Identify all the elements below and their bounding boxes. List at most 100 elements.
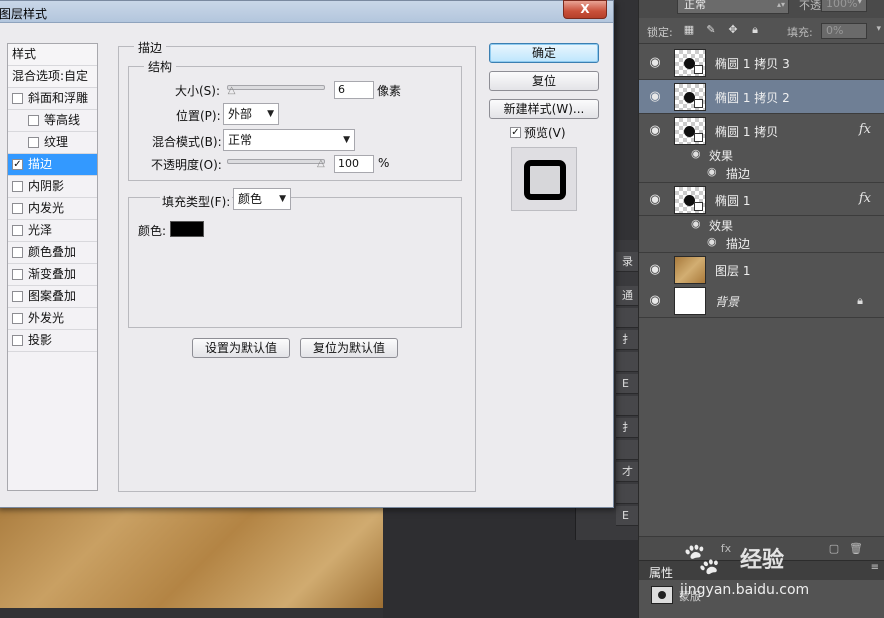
checkbox[interactable] — [12, 291, 23, 302]
checkbox[interactable] — [12, 203, 23, 214]
visibility-eye-icon[interactable]: ◉ — [691, 147, 701, 160]
lock-transparent-pixels-icon[interactable]: ▦ — [683, 24, 695, 36]
style-item-outer-glow[interactable]: 外发光 — [8, 308, 97, 330]
chevron-down-icon[interactable]: ▾ — [857, 0, 862, 9]
opacity-input[interactable]: 100 — [334, 155, 374, 173]
style-item-label: 内阴影 — [28, 179, 65, 193]
layer-row-selected[interactable]: ◉ 椭圆 1 拷贝 2 — [639, 80, 884, 114]
effect-stroke-row[interactable]: ◉ 描边 — [639, 234, 884, 252]
blend-options-item[interactable]: 混合选项:自定 — [8, 66, 97, 88]
layer-thumbnail — [674, 287, 706, 315]
ok-button[interactable]: 确定 — [489, 43, 599, 63]
layer-name: 椭圆 1 拷贝 — [715, 125, 779, 139]
new-style-button[interactable]: 新建样式(W)... — [489, 99, 599, 119]
style-item-label: 内发光 — [28, 201, 65, 215]
fill-group — [128, 197, 462, 328]
styles-header[interactable]: 样式 — [8, 44, 97, 66]
visibility-eye-icon[interactable]: ◉ — [647, 262, 663, 278]
checkbox[interactable] — [12, 181, 23, 192]
close-button[interactable]: X — [563, 0, 607, 19]
opacity-slider-track[interactable] — [227, 159, 325, 164]
checkbox[interactable] — [12, 225, 23, 236]
style-preview-box — [511, 147, 577, 211]
checkbox[interactable] — [28, 137, 39, 148]
opacity-slider-thumb[interactable]: △ — [317, 159, 327, 169]
style-item-contour[interactable]: 等高线 — [8, 110, 97, 132]
fill-type-label: 填充类型(F): — [160, 193, 233, 210]
fill-input[interactable]: 0% — [821, 23, 867, 39]
style-item-satin[interactable]: 光泽 — [8, 220, 97, 242]
visibility-eye-icon[interactable]: ◉ — [647, 192, 663, 208]
fill-type-select[interactable]: 颜色 ▼ — [233, 188, 291, 210]
checkbox-checked[interactable]: ✓ — [12, 159, 23, 170]
panel-menu-icon[interactable]: ≡ — [871, 562, 879, 573]
style-item-label: 图案叠加 — [28, 289, 77, 303]
layer-blend-mode-select[interactable]: 正常 — [677, 0, 789, 14]
set-default-button[interactable]: 设置为默认值 — [192, 338, 290, 358]
visibility-eye-icon[interactable]: ◉ — [647, 55, 663, 71]
visibility-eye-icon[interactable]: ◉ — [647, 293, 663, 309]
trash-icon[interactable]: 🗑︎ — [849, 542, 863, 556]
layer-row[interactable]: ◉ 椭圆 1 fx — [639, 182, 884, 216]
size-slider-thumb[interactable]: △ — [228, 86, 238, 96]
layer-row-background[interactable]: ◉ 背景 🔒︎ — [639, 284, 884, 318]
stroke-color-swatch[interactable] — [170, 221, 204, 237]
size-slider-track[interactable] — [227, 85, 325, 90]
reset-button[interactable]: 复位 — [489, 71, 599, 91]
visibility-eye-icon[interactable]: ◉ — [647, 123, 663, 139]
effects-row[interactable]: ◉ 效果 — [639, 216, 884, 234]
style-item-inner-shadow[interactable]: 内阴影 — [8, 176, 97, 198]
dialog-title-bar[interactable]: 图层样式 X — [0, 0, 613, 23]
lock-image-pixels-icon[interactable]: ✎ — [705, 24, 717, 36]
checkbox[interactable] — [12, 247, 23, 258]
style-item-stroke[interactable]: ✓ 描边 — [8, 154, 97, 176]
checkbox[interactable] — [12, 335, 23, 346]
style-item-gradient-overlay[interactable]: 渐变叠加 — [8, 264, 97, 286]
lock-all-icon[interactable]: 🔒︎ — [749, 24, 761, 36]
reset-default-button[interactable]: 复位为默认值 — [300, 338, 398, 358]
effects-label: 效果 — [709, 149, 734, 163]
dialog-body: 样式 混合选项:自定 斜面和浮雕 等高线 纹理 ✓ 描边 内阴影 内发光 光泽 … — [0, 23, 613, 507]
style-item-label: 纹理 — [44, 135, 69, 149]
checkbox[interactable] — [12, 93, 23, 104]
opacity-unit: % — [378, 156, 390, 170]
layer-row[interactable]: ◉ 椭圆 1 拷贝 3 — [639, 46, 884, 80]
style-list: 样式 混合选项:自定 斜面和浮雕 等高线 纹理 ✓ 描边 内阴影 内发光 光泽 … — [7, 43, 98, 491]
layer-opacity-input[interactable]: 100% ▾ — [821, 0, 867, 12]
preview-checkbox[interactable]: ✓ — [510, 127, 521, 138]
blend-mode-select[interactable]: 正常 ▼ — [223, 129, 355, 151]
visibility-eye-icon[interactable]: ◉ — [707, 165, 717, 178]
checkbox[interactable] — [12, 269, 23, 280]
properties-tab[interactable]: 属性 — [649, 564, 673, 581]
baidu-jingyan-watermark: 🐾︎ 经验 jingyan.baidu.com — [680, 536, 850, 602]
layer-name: 图层 1 — [715, 264, 751, 278]
layer-row[interactable]: ◉ 椭圆 1 拷贝 fx — [639, 114, 884, 148]
position-select[interactable]: 外部 ▼ — [223, 103, 279, 125]
style-item-label: 渐变叠加 — [28, 267, 77, 281]
layer-opacity-value: 100% — [826, 0, 858, 10]
style-item-inner-glow[interactable]: 内发光 — [8, 198, 97, 220]
layer-style-dialog: 图层样式 X 样式 混合选项:自定 斜面和浮雕 等高线 纹理 ✓ 描边 内阴影 … — [0, 0, 614, 508]
visibility-eye-icon[interactable]: ◉ — [647, 89, 663, 105]
style-item-pattern-overlay[interactable]: 图案叠加 — [8, 286, 97, 308]
checkbox[interactable] — [12, 313, 23, 324]
style-item-bevel-emboss[interactable]: 斜面和浮雕 — [8, 88, 97, 110]
style-item-color-overlay[interactable]: 颜色叠加 — [8, 242, 97, 264]
lock-position-icon[interactable]: ✥ — [727, 24, 739, 36]
checkbox[interactable] — [28, 115, 39, 126]
size-input[interactable]: 6 — [334, 81, 374, 99]
effects-row[interactable]: ◉ 效果 — [639, 146, 884, 164]
chevron-down-icon[interactable]: ▾ — [876, 24, 881, 34]
style-item-drop-shadow[interactable]: 投影 — [8, 330, 97, 352]
visibility-eye-icon[interactable]: ◉ — [707, 235, 717, 248]
layer-row[interactable]: ◉ 图层 1 — [639, 252, 884, 286]
style-item-label: 外发光 — [28, 311, 65, 325]
effect-stroke-row[interactable]: ◉ 描边 — [639, 164, 884, 182]
fx-icon[interactable]: fx — [859, 191, 871, 206]
opacity-label: 不透明度(O): — [151, 158, 222, 172]
visibility-eye-icon[interactable]: ◉ — [691, 217, 701, 230]
style-item-texture[interactable]: 纹理 — [8, 132, 97, 154]
fx-icon[interactable]: fx — [859, 122, 871, 137]
layer-thumbnail — [674, 256, 706, 284]
lock-icon: 🔒︎ — [857, 294, 863, 307]
